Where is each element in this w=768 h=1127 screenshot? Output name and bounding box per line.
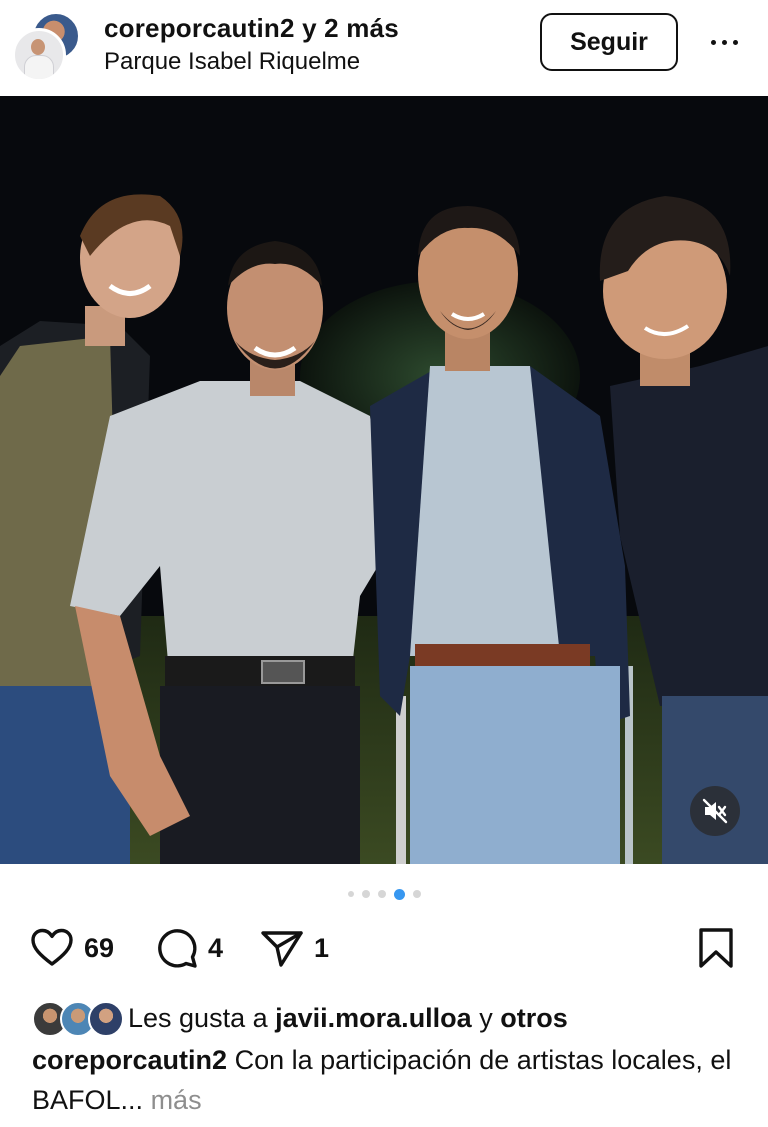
carousel-dot bbox=[377, 890, 386, 898]
save-action[interactable] bbox=[698, 920, 734, 976]
liker-username[interactable]: javii.mora.ulloa bbox=[275, 1003, 472, 1034]
author-line[interactable]: coreporcautin2 y 2 más bbox=[104, 13, 399, 44]
comment-icon[interactable] bbox=[156, 927, 198, 969]
carousel-dot-active bbox=[393, 888, 405, 900]
liker-avatar[interactable] bbox=[88, 1001, 124, 1037]
comment-action[interactable]: 4 bbox=[156, 920, 223, 976]
comment-count[interactable]: 4 bbox=[208, 933, 223, 964]
post-location[interactable]: Parque Isabel Riquelme bbox=[104, 48, 360, 76]
caption-author[interactable]: coreporcautin2 bbox=[32, 1045, 227, 1075]
follow-button[interactable]: Seguir bbox=[540, 13, 678, 71]
bookmark-icon[interactable] bbox=[698, 927, 734, 969]
group-photo-illustration bbox=[0, 96, 768, 864]
carousel-dot bbox=[361, 890, 370, 898]
heart-icon[interactable] bbox=[30, 928, 74, 968]
like-action[interactable]: 69 bbox=[30, 920, 114, 976]
carousel-dot bbox=[412, 890, 421, 898]
post-actions: 69 4 1 bbox=[0, 920, 768, 976]
liker-avatars[interactable] bbox=[32, 1000, 124, 1037]
carousel-indicator bbox=[0, 886, 768, 902]
caption-more-link[interactable]: más bbox=[151, 1085, 202, 1115]
speaker-muted-icon[interactable] bbox=[690, 786, 740, 836]
post-header: coreporcautin2 y 2 más Parque Isabel Riq… bbox=[0, 0, 768, 96]
more-options-icon[interactable] bbox=[706, 30, 742, 54]
likes-prefix: Les gusta a bbox=[128, 1002, 268, 1033]
like-count[interactable]: 69 bbox=[84, 933, 114, 964]
author-username[interactable]: coreporcautin2 bbox=[104, 13, 295, 43]
share-count[interactable]: 1 bbox=[314, 933, 329, 964]
coauthors-text[interactable]: y 2 más bbox=[302, 13, 399, 43]
author-avatar[interactable] bbox=[12, 28, 66, 82]
likes-others[interactable]: otros bbox=[500, 1003, 568, 1034]
likes-connector: y bbox=[479, 1002, 493, 1033]
share-action[interactable]: 1 bbox=[260, 920, 329, 976]
likes-summary[interactable]: Les gusta a javii.mora.ulloa y otros bbox=[32, 998, 568, 1038]
author-avatar-stack[interactable] bbox=[12, 12, 82, 82]
send-icon[interactable] bbox=[260, 927, 304, 969]
post-photo[interactable] bbox=[0, 96, 768, 864]
carousel-dot bbox=[347, 891, 354, 897]
post-caption: coreporcautin2 Con la participación de a… bbox=[32, 1040, 742, 1120]
